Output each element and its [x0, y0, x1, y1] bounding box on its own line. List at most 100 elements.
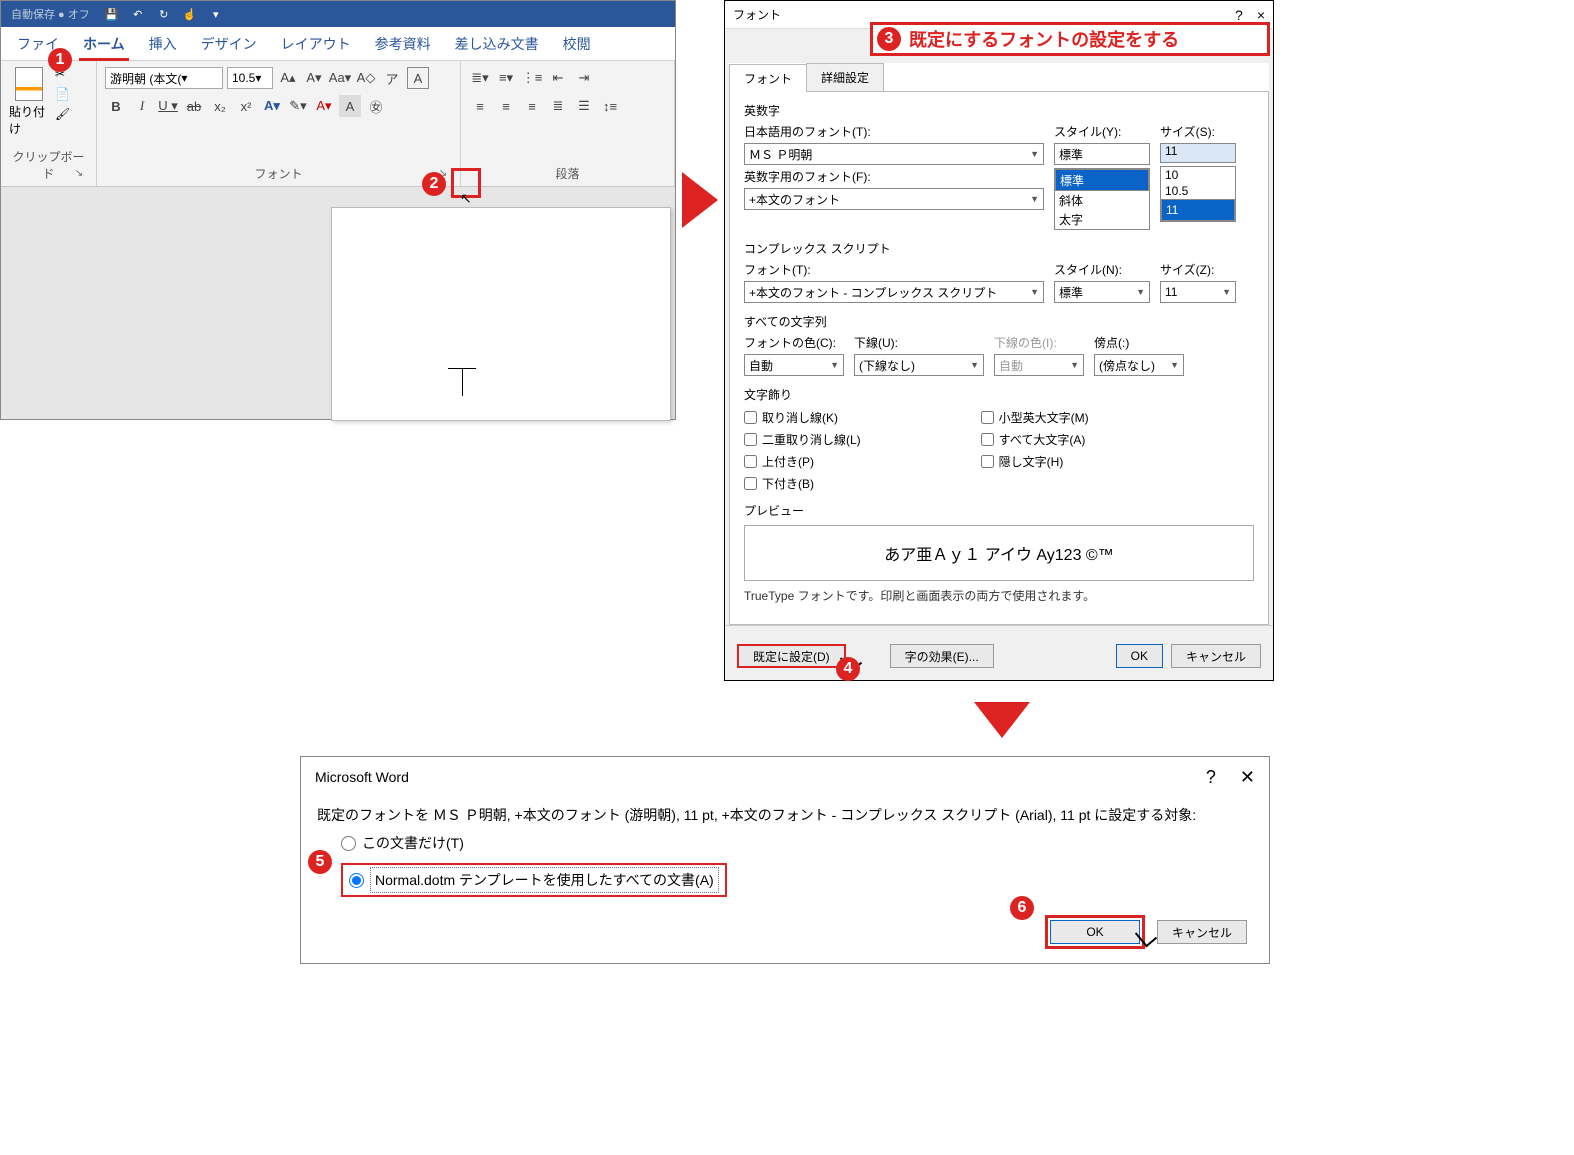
change-case-icon[interactable]: Aa▾	[329, 67, 351, 89]
italic-button[interactable]: I	[131, 95, 153, 117]
tab-design[interactable]: デザイン	[189, 28, 269, 60]
align-right-icon[interactable]: ≡	[521, 95, 543, 117]
clear-format-icon[interactable]: A◇	[355, 67, 377, 89]
redo-icon[interactable]: ↻	[156, 6, 172, 22]
paste-button[interactable]: 貼り付け	[9, 67, 49, 137]
chk-super[interactable]: 上付き(P)	[744, 453, 861, 470]
ok-button[interactable]: OK	[1050, 920, 1140, 944]
size-listbox[interactable]: 10 10.5 11	[1160, 166, 1236, 222]
fontcolor-select[interactable]: 自動▼	[744, 354, 844, 376]
inc-indent-icon[interactable]: ⇥	[573, 67, 595, 89]
close-icon[interactable]: ✕	[1240, 767, 1255, 788]
autosave-toggle[interactable]: 自動保存 ● オフ	[11, 6, 90, 22]
chk-sub[interactable]: 下付き(B)	[744, 475, 861, 492]
touch-mode-icon[interactable]: ☝	[182, 6, 198, 22]
superscript-button[interactable]: x²	[235, 95, 257, 117]
radio-this-doc[interactable]: この文書だけ(T)	[341, 833, 1253, 853]
chevron-down-icon: ▼	[1136, 287, 1145, 297]
list-item[interactable]: 11	[1161, 199, 1235, 221]
cancel-button[interactable]: キャンセル	[1157, 920, 1247, 944]
step-badge-4: 4	[836, 657, 860, 681]
group-clipboard: 貼り付け ✂ 📄 🖌 クリップボード↘	[1, 61, 97, 186]
clipboard-launcher-icon[interactable]: ↘	[72, 168, 86, 182]
callout-step-3: 3 既定にするフォントの設定をする	[870, 22, 1270, 56]
jp-font-label: 日本語用のフォント(T):	[744, 123, 1044, 140]
format-painter-icon[interactable]: 🖌	[55, 107, 73, 123]
style-input[interactable]: 標準	[1054, 143, 1150, 165]
cx-style-label: スタイル(N):	[1054, 261, 1150, 278]
shrink-font-icon[interactable]: A▾	[303, 67, 325, 89]
tab-review[interactable]: 校閲	[551, 28, 603, 60]
document-page[interactable]	[331, 207, 671, 421]
distribute-icon[interactable]: ☰	[573, 95, 595, 117]
help-icon[interactable]: ?	[1206, 767, 1216, 788]
qat-more-icon[interactable]: ▾	[208, 6, 224, 22]
latin-font-select[interactable]: +本文のフォント▼	[744, 188, 1044, 210]
chk-strike[interactable]: 取り消し線(K)	[744, 409, 861, 426]
phonetic-guide-icon[interactable]: ア	[381, 67, 403, 89]
dec-indent-icon[interactable]: ⇤	[547, 67, 569, 89]
font-size-combo[interactable]: 10.5 ▾	[227, 67, 273, 89]
section-latin: 英数字	[744, 102, 1254, 119]
undo-icon[interactable]: ↶	[130, 6, 146, 22]
list-item[interactable]: 太字	[1055, 210, 1149, 229]
chk-allcaps[interactable]: すべて大文字(A)	[981, 431, 1089, 448]
numbering-icon[interactable]: ≡▾	[495, 67, 517, 89]
subscript-button[interactable]: x₂	[209, 95, 231, 117]
close-icon[interactable]: ×	[1257, 7, 1265, 23]
chk-hidden[interactable]: 隠し文字(H)	[981, 453, 1089, 470]
grow-font-icon[interactable]: A▴	[277, 67, 299, 89]
line-spacing-icon[interactable]: ↕≡	[599, 95, 621, 117]
tab-font[interactable]: フォント	[729, 64, 807, 92]
radio-all-docs[interactable]: Normal.dotm テンプレートを使用したすべての文書(A)	[341, 863, 727, 897]
align-left-icon[interactable]: ≡	[469, 95, 491, 117]
quick-access-toolbar: 💾 ↶ ↻ ☝ ▾	[104, 6, 224, 22]
cx-style-select[interactable]: 標準▼	[1054, 281, 1150, 303]
align-center-icon[interactable]: ≡	[495, 95, 517, 117]
save-icon[interactable]: 💾	[104, 6, 120, 22]
tab-mailings[interactable]: 差し込み文書	[443, 28, 551, 60]
tab-advanced[interactable]: 詳細設定	[806, 63, 884, 91]
underline-select[interactable]: (下線なし)▼	[854, 354, 984, 376]
list-item[interactable]: 斜体	[1055, 191, 1149, 210]
enclose-char-icon[interactable]: ㊛	[365, 95, 387, 117]
tab-layout[interactable]: レイアウト	[269, 28, 363, 60]
set-default-button[interactable]: 既定に設定(D)	[737, 644, 846, 668]
list-item[interactable]: 10.5	[1161, 183, 1235, 199]
justify-icon[interactable]: ≣	[547, 95, 569, 117]
chevron-down-icon: ▼	[1070, 360, 1079, 370]
chk-dblstrike[interactable]: 二重取り消し線(L)	[744, 431, 861, 448]
help-icon[interactable]: ?	[1235, 7, 1243, 23]
copy-icon[interactable]: 📄	[55, 87, 73, 103]
highlight-icon[interactable]: ✎▾	[287, 95, 309, 117]
tab-references[interactable]: 参考資料	[363, 28, 443, 60]
bold-button[interactable]: B	[105, 95, 127, 117]
text-effects-button[interactable]: 字の効果(E)...	[890, 644, 994, 668]
tab-home[interactable]: ホーム	[71, 28, 137, 60]
style-listbox[interactable]: 標準 斜体 太字	[1054, 168, 1150, 230]
font-name-combo[interactable]: 游明朝 (本文(▾	[105, 67, 223, 89]
cx-font-select[interactable]: +本文のフォント - コンプレックス スクリプト▼	[744, 281, 1044, 303]
size-input[interactable]: 11	[1160, 143, 1236, 163]
chk-smallcaps[interactable]: 小型英大文字(M)	[981, 409, 1089, 426]
char-border-icon[interactable]: A	[407, 67, 429, 89]
underline-label: 下線(U):	[854, 334, 984, 351]
jp-font-select[interactable]: ＭＳ Ｐ明朝▼	[744, 143, 1044, 165]
cancel-button[interactable]: キャンセル	[1171, 644, 1261, 668]
bullets-icon[interactable]: ≣▾	[469, 67, 491, 89]
cx-size-select[interactable]: 11▼	[1160, 281, 1236, 303]
strike-button[interactable]: ab	[183, 95, 205, 117]
font-dialog-title: フォント	[733, 6, 781, 23]
tab-insert[interactable]: 挿入	[137, 28, 189, 60]
emph-select[interactable]: (傍点なし)▼	[1094, 354, 1184, 376]
ok-button[interactable]: OK	[1116, 644, 1163, 668]
document-area[interactable]	[1, 187, 675, 419]
underline-button[interactable]: U ▾	[157, 95, 179, 117]
multilevel-icon[interactable]: ⋮≡	[521, 67, 543, 89]
char-shading-icon[interactable]: A	[339, 95, 361, 117]
text-effects-icon[interactable]: A▾	[261, 95, 283, 117]
list-item[interactable]: 10	[1161, 167, 1235, 183]
list-item[interactable]: 標準	[1055, 169, 1149, 191]
font-color-icon[interactable]: A▾	[313, 95, 335, 117]
font-dialog-buttons: 既定に設定(D) 字の効果(E)... OK キャンセル	[725, 625, 1273, 680]
